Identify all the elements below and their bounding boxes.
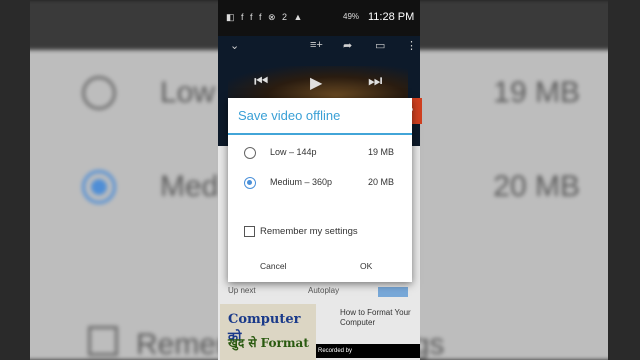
checkbox-icon[interactable] [244, 226, 255, 237]
background-edge-left [0, 0, 30, 360]
previous-icon[interactable]: ⏮ [254, 73, 268, 91]
radio-unselected-icon[interactable] [244, 147, 256, 159]
remember-settings-label: Remember my settings [260, 226, 358, 237]
save-offline-dialog: Save video offline Low – 144p 19 MB Medi… [228, 98, 412, 282]
status-bar: ◧ f f f ⊗ 2 ▲ 49% 11:28 PM [218, 0, 420, 36]
option-medium-label: Medium – 360p [270, 177, 333, 187]
thumbnail-text-line2: खुद से Format [228, 336, 309, 350]
cast-icon[interactable]: ▭ [375, 39, 385, 52]
background-low-label: Low [160, 76, 216, 109]
background-edge-right [608, 0, 640, 360]
play-icon[interactable]: ▶ [310, 73, 322, 93]
autoplay-label: Autoplay [308, 286, 340, 295]
radio-selected-icon[interactable] [244, 177, 256, 189]
video-thumbnail[interactable]: Computer को खुद से Format [220, 304, 316, 360]
more-icon[interactable]: ⋮ [406, 39, 417, 52]
chevron-down-icon[interactable]: ⌄ [230, 39, 239, 52]
background-low-size: 19 MB [493, 76, 580, 109]
up-next-label: Up next [228, 286, 256, 295]
background-radio-icon [82, 76, 116, 110]
ok-button[interactable]: OK [354, 259, 378, 273]
option-low-size: 19 MB [368, 147, 395, 157]
recorder-watermark: Recorded by [316, 344, 420, 358]
notification-icons: ◧ f f f ⊗ 2 ▲ [226, 12, 305, 22]
video-title[interactable]: How to Format Your Computer [340, 308, 412, 328]
background-radio-selected-icon [82, 170, 116, 204]
option-low[interactable]: Low – 144p 19 MB [228, 141, 412, 165]
background-medium-size: 20 MB [493, 170, 580, 203]
next-icon[interactable]: ⏭ [368, 73, 382, 91]
autoplay-toggle[interactable] [378, 287, 408, 297]
background-checkbox-icon [88, 326, 118, 356]
battery-level: 49% [343, 12, 360, 21]
status-time: 11:28 PM [368, 11, 415, 23]
dialog-title: Save video offline [238, 108, 341, 123]
background-medium-label: Med [160, 170, 219, 203]
dialog-divider [228, 133, 412, 135]
cancel-button[interactable]: Cancel [254, 259, 292, 273]
recorded-by-text: Recorded by [318, 348, 353, 354]
share-icon[interactable]: ➦ [343, 39, 352, 52]
option-medium-size: 20 MB [368, 177, 395, 187]
add-to-playlist-icon[interactable]: ≡+ [310, 39, 323, 51]
option-low-label: Low – 144p [270, 147, 317, 157]
option-medium[interactable]: Medium – 360p 20 MB [228, 171, 412, 195]
remember-settings-row[interactable]: Remember my settings [244, 224, 404, 240]
